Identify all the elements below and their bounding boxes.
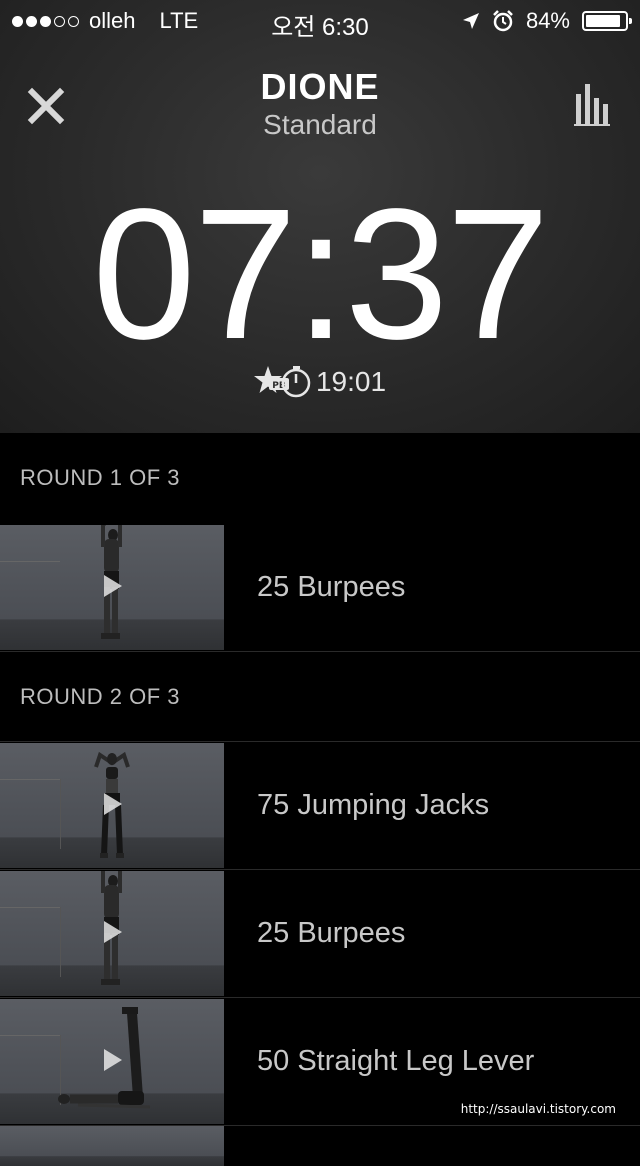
exercise-video-thumbnail[interactable] bbox=[0, 871, 224, 996]
personal-best-time: 19:01 bbox=[315, 366, 387, 397]
exercise-video-thumbnail[interactable] bbox=[0, 524, 224, 650]
play-icon bbox=[104, 574, 122, 597]
round-header: ROUND 1 OF 3 bbox=[20, 465, 181, 490]
battery-percent: 84% bbox=[525, 8, 570, 33]
alarm-icon bbox=[493, 10, 513, 32]
round-header: ROUND 2 OF 3 bbox=[0, 651, 640, 741]
battery-icon bbox=[582, 11, 632, 31]
stats-button[interactable] bbox=[574, 84, 614, 126]
play-icon bbox=[104, 793, 122, 815]
workout-timer: 07:37 bbox=[92, 171, 549, 378]
personal-best: PB 19:01 bbox=[0, 364, 640, 400]
exercise-list: ROUND 1 OF 3 25 Burpees ROUND 2 OF 3 75 … bbox=[0, 433, 640, 1166]
status-bar: olleh LTE 오전 6:30 84% bbox=[0, 0, 640, 41]
workout-variant: Standard bbox=[263, 109, 377, 140]
exercise-video-thumbnail[interactable] bbox=[0, 1125, 224, 1166]
exercise-name: 25 Burpees bbox=[257, 917, 406, 949]
exercise-row[interactable]: 25 Burpees bbox=[0, 869, 640, 997]
exercise-name: 25 Burpees bbox=[257, 570, 406, 603]
exercise-video-thumbnail[interactable] bbox=[0, 743, 224, 868]
exercise-video-thumbnail[interactable] bbox=[0, 999, 224, 1124]
workout-header: olleh LTE 오전 6:30 84% DIONE Standard 07:… bbox=[0, 0, 640, 433]
workout-title: DIONE bbox=[260, 66, 380, 107]
exercise-row[interactable] bbox=[0, 1125, 640, 1166]
exercise-row[interactable]: 25 Burpees bbox=[0, 523, 640, 651]
play-icon bbox=[104, 921, 122, 943]
personal-best-stopwatch-icon: PB bbox=[253, 366, 311, 398]
bar-chart-icon bbox=[574, 84, 610, 126]
play-icon bbox=[104, 1049, 122, 1071]
exercise-name: 75 Jumping Jacks bbox=[257, 789, 490, 821]
exercise-name: 50 Straight Leg Lever bbox=[257, 1045, 535, 1077]
watermark-url: http://ssaulavi.tistory.com bbox=[460, 1102, 616, 1116]
exercise-row[interactable]: 75 Jumping Jacks bbox=[0, 741, 640, 869]
location-arrow-icon bbox=[462, 13, 479, 29]
